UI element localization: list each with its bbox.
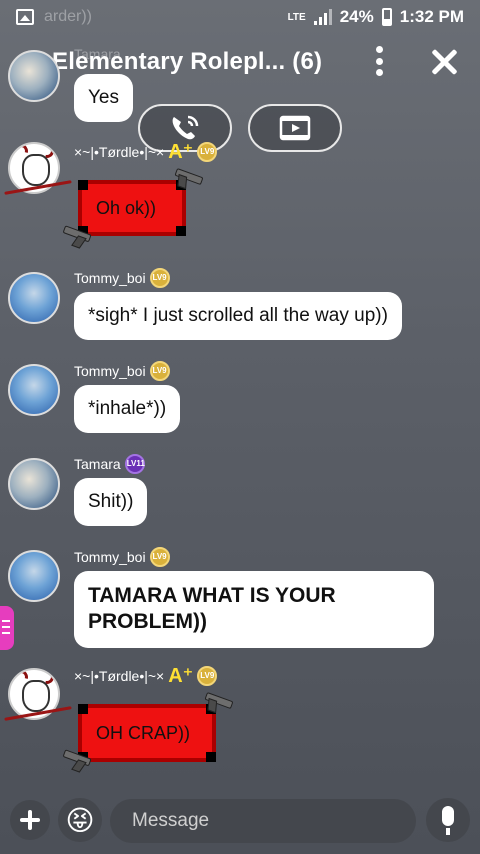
username-text: Tommy_boi [74,270,146,286]
phone-call-icon [172,115,199,140]
message-frame-bubble: Oh ok)) [78,180,186,236]
video-play-icon [279,115,311,141]
username-text: Tommy_boi [74,363,146,379]
message-bubble: TAMARA WHAT IS YOUR PROBLEM)) [74,571,434,648]
battery-icon [381,8,392,26]
battery-percent: 24% [339,7,374,26]
message-bubble: *sigh* I just scrolled all the way up)) [74,292,402,340]
composer-bar: 😝 [0,792,480,854]
message-bubble: *inhale*)) [74,385,181,433]
message-username: ×~|•Tørdle•|~× A⁺ LV9 [74,141,218,163]
status-time: 1:32 PM [399,7,464,26]
emoji-icon[interactable]: 😝 [58,798,102,842]
message-text: Oh ok)) [96,197,157,218]
more-vertical-icon[interactable] [374,46,384,76]
gallery-notification-icon [16,9,34,25]
signal-icon [313,9,332,25]
message-username: Tommy_boi LV9 [74,361,170,381]
chat-header: Elementary Rolepl... (6) [0,38,480,86]
level-badge: LV11 [124,454,145,474]
message-username: Tamara LV11 [74,454,145,474]
message-username: ×~|•Tørdle•|~× A⁺ LV9 [74,665,218,687]
username-text: Tommy_boi [74,549,146,565]
level-badge: LV9 [149,268,170,288]
avatar[interactable] [8,550,60,602]
video-call-button[interactable] [248,104,342,152]
message-text: OH CRAP)) [96,722,190,743]
side-menu-tab[interactable] [0,606,14,650]
status-ghost-text: arder)) [44,8,93,25]
ghost-username: Tamara [74,46,121,62]
plus-icon[interactable] [10,800,50,840]
message-bubble: Yes [74,74,133,122]
avatar[interactable] [8,50,60,102]
username-text: ×~|•Tørdle•|~× [74,144,165,160]
level-badge: LV9 [149,361,170,381]
avatar[interactable] [8,364,60,416]
plus-badge-icon: A⁺ [168,665,194,687]
level-badge: LV9 [197,142,218,162]
message-username: Tamara [74,46,121,62]
network-type: LTE [287,11,306,23]
avatar[interactable] [8,272,60,324]
level-badge: LV9 [149,547,170,567]
status-bar: arder)) LTE 24% 1:32 PM [0,0,480,34]
close-icon[interactable] [430,48,458,76]
username-text: Tamara [74,456,121,472]
username-text: ×~|•Tørdle•|~× [74,668,165,684]
message-frame-bubble: OH CRAP)) [78,704,216,762]
plus-badge-icon: A⁺ [168,141,194,163]
microphone-icon[interactable] [426,798,470,842]
message-bubble: Shit)) [74,478,148,526]
message-input[interactable] [110,799,416,843]
message-username: Tommy_boi LV9 [74,268,170,288]
level-badge: LV9 [197,666,218,686]
message-username: Tommy_boi LV9 [74,547,170,567]
avatar[interactable] [8,458,60,510]
